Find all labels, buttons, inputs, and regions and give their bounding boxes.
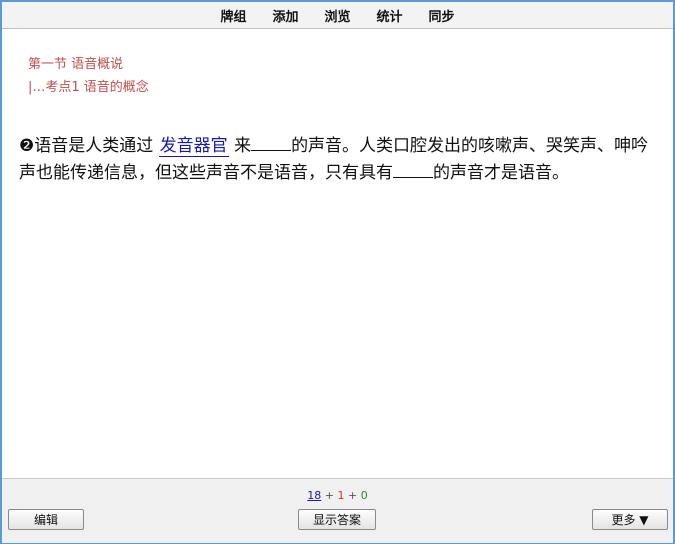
learn-count: 1 (337, 489, 345, 502)
bottom-bar: 18 + 1 + 0 编辑 显示答案 更多 ▼ (2, 478, 673, 543)
card-content: 第一节 语音概说 |…考点1 语音的概念 ❷语音是人类通过 发音器官 来的声音。… (2, 29, 673, 477)
menu-stats[interactable]: 统计 (377, 6, 403, 25)
reviewer-window: 牌组 添加 浏览 统计 同步 第一节 语音概说 |…考点1 语音的概念 ❷语音是… (0, 0, 675, 544)
question-part-1: 语音是人类通过 (34, 136, 154, 156)
number-marker: ❷ (19, 136, 35, 156)
new-count: 18 (307, 489, 322, 502)
cloze-blank (393, 160, 433, 178)
card-counts: 18 + 1 + 0 (2, 489, 673, 502)
show-answer-button[interactable]: 显示答案 (298, 509, 376, 530)
breadcrumb: 第一节 语音概说 |…考点1 语音的概念 (28, 53, 149, 99)
top-menu-bar: 牌组 添加 浏览 统计 同步 (2, 2, 673, 29)
question-part-2: 来 (234, 136, 252, 156)
question-text: ❷语音是人类通过 发音器官 来的声音。人类口腔发出的咳嗽声、哭笑声、呻吟声也能传… (19, 133, 659, 187)
menu-sync[interactable]: 同步 (429, 6, 455, 25)
menu-decks[interactable]: 牌组 (220, 6, 246, 25)
review-count: 0 (360, 489, 368, 502)
breadcrumb-section: 第一节 语音概说 (28, 57, 124, 72)
edit-button[interactable]: 编辑 (8, 509, 84, 530)
menu-browse[interactable]: 浏览 (324, 6, 350, 25)
count-separator: + (348, 489, 358, 502)
revealed-answer: 发音器官 (158, 136, 229, 157)
breadcrumb-subsection: |…考点1 语音的概念 (28, 80, 149, 95)
question-part-4: 的声音才是语音。 (433, 163, 569, 183)
count-separator: + (324, 489, 334, 502)
menu-add[interactable]: 添加 (272, 6, 298, 25)
cloze-blank (251, 133, 292, 151)
more-button[interactable]: 更多 ▼ (592, 509, 668, 530)
